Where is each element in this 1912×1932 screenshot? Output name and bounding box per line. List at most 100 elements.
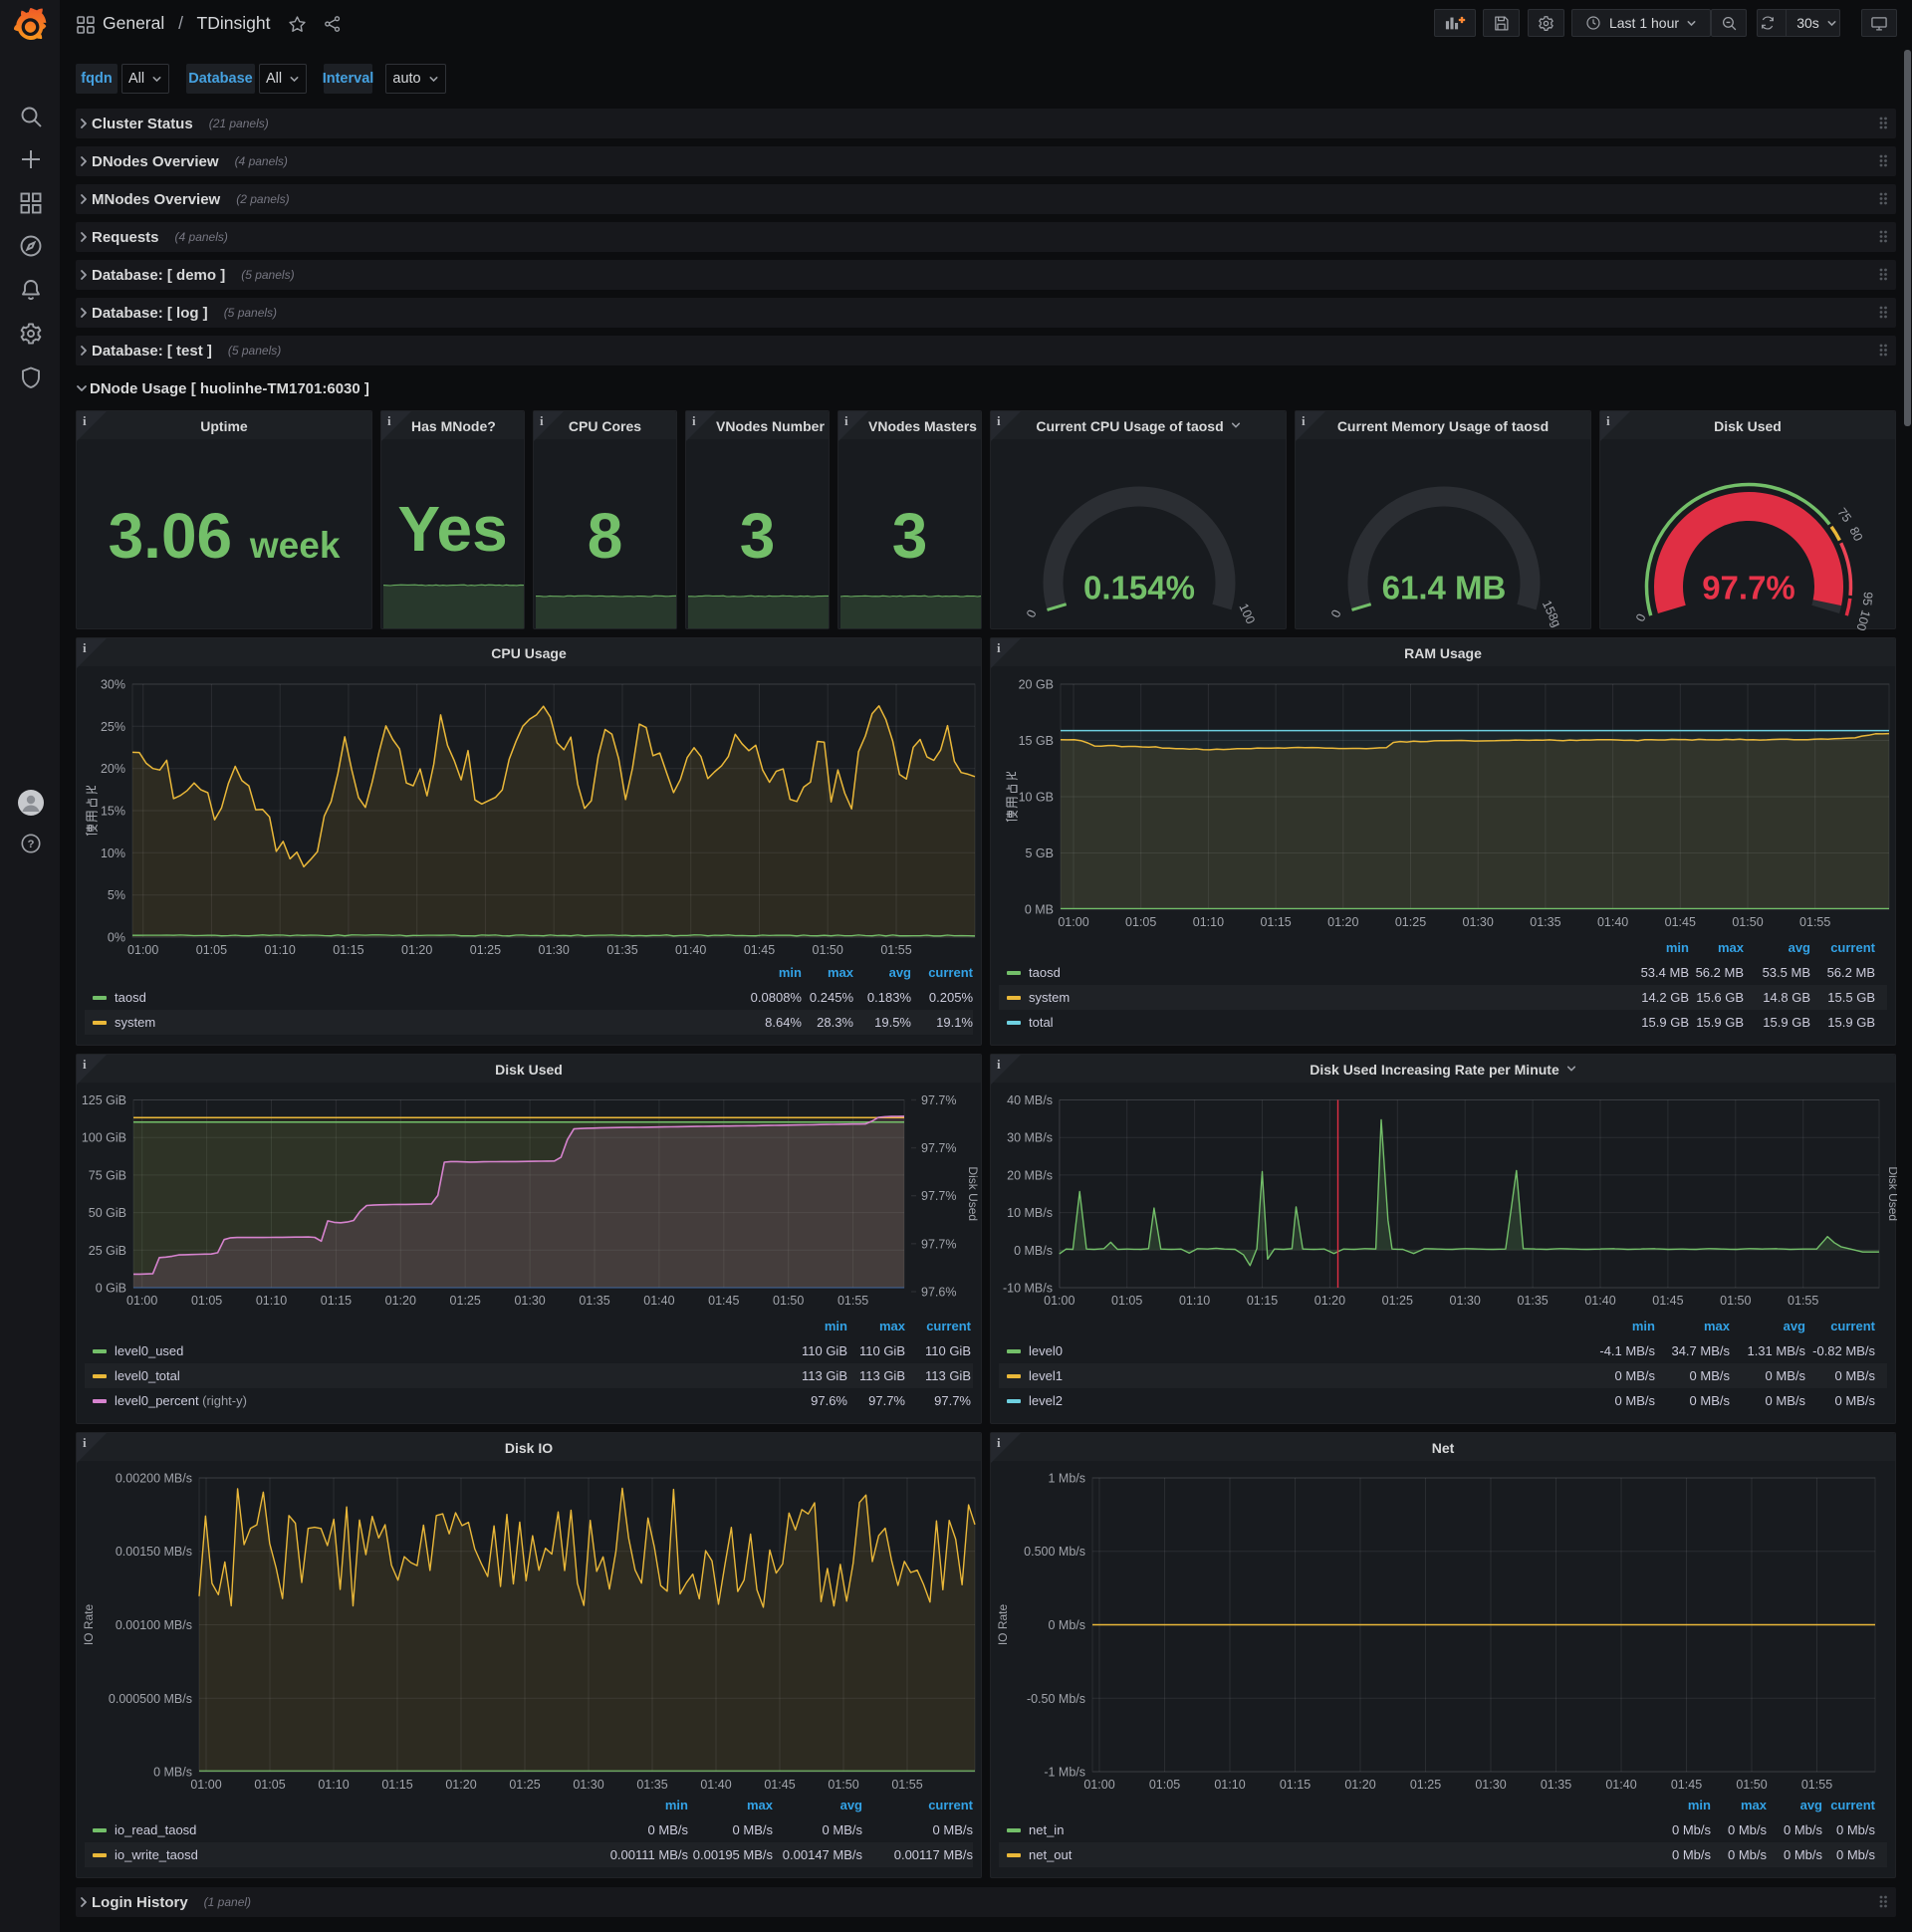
svg-text:0 MB: 0 MB — [1025, 903, 1054, 917]
svg-text:5 GB: 5 GB — [1026, 846, 1055, 860]
svg-text:01:05: 01:05 — [254, 1778, 285, 1792]
svg-text:01:35: 01:35 — [579, 1294, 609, 1308]
svg-text:01:40: 01:40 — [1605, 1778, 1636, 1792]
svg-text:01:15: 01:15 — [1247, 1294, 1278, 1308]
svg-text:100 GiB: 100 GiB — [82, 1131, 126, 1145]
svg-text:01:55: 01:55 — [1801, 1778, 1832, 1792]
svg-text:01:40: 01:40 — [675, 943, 706, 957]
svg-text:97.7%: 97.7% — [921, 1141, 956, 1155]
svg-text:01:40: 01:40 — [1584, 1294, 1615, 1308]
svg-text:01:25: 01:25 — [450, 1294, 481, 1308]
svg-text:01:25: 01:25 — [1410, 1778, 1441, 1792]
svg-text:50 GiB: 50 GiB — [89, 1206, 126, 1220]
svg-text:01:00: 01:00 — [126, 1294, 157, 1308]
svg-text:01:40: 01:40 — [643, 1294, 674, 1308]
svg-text:0%: 0% — [108, 931, 125, 945]
svg-text:01:55: 01:55 — [837, 1294, 868, 1308]
svg-text:01:35: 01:35 — [1541, 1778, 1571, 1792]
svg-text:01:10: 01:10 — [1193, 915, 1224, 929]
svg-text:01:25: 01:25 — [1382, 1294, 1413, 1308]
svg-text:01:30: 01:30 — [1450, 1294, 1481, 1308]
svg-text:01:45: 01:45 — [1671, 1778, 1702, 1792]
svg-text:01:15: 01:15 — [1280, 1778, 1311, 1792]
svg-text:01:50: 01:50 — [1720, 1294, 1751, 1308]
svg-text:75 GiB: 75 GiB — [89, 1168, 126, 1182]
svg-text:01:45: 01:45 — [744, 943, 775, 957]
svg-text:01:30: 01:30 — [514, 1294, 545, 1308]
svg-text:01:25: 01:25 — [470, 943, 501, 957]
svg-text:20 GB: 20 GB — [1019, 678, 1054, 692]
svg-text:01:20: 01:20 — [385, 1294, 416, 1308]
svg-text:01:30: 01:30 — [1463, 915, 1494, 929]
svg-text:61.4 MB: 61.4 MB — [1382, 570, 1507, 606]
svg-text:01:40: 01:40 — [700, 1778, 731, 1792]
svg-text:0.000500 MB/s: 0.000500 MB/s — [109, 1692, 192, 1706]
svg-text:0.500 Mb/s: 0.500 Mb/s — [1024, 1545, 1085, 1559]
svg-text:01:15: 01:15 — [1260, 915, 1291, 929]
svg-text:01:10: 01:10 — [256, 1294, 287, 1308]
svg-text:01:05: 01:05 — [191, 1294, 222, 1308]
svg-text:01:45: 01:45 — [1652, 1294, 1683, 1308]
svg-text:01:30: 01:30 — [573, 1778, 603, 1792]
svg-text:75: 75 — [1834, 505, 1854, 525]
svg-text:01:20: 01:20 — [1314, 1294, 1345, 1308]
svg-text:01:45: 01:45 — [708, 1294, 739, 1308]
svg-text:Disk Used: Disk Used — [1886, 1166, 1897, 1221]
svg-text:10 GB: 10 GB — [1019, 791, 1054, 805]
svg-text:01:35: 01:35 — [636, 1778, 667, 1792]
svg-text:01:10: 01:10 — [265, 943, 296, 957]
svg-text:100: 100 — [1236, 602, 1258, 626]
svg-text:01:50: 01:50 — [828, 1778, 858, 1792]
svg-text:01:55: 01:55 — [891, 1778, 922, 1792]
svg-text:01:30: 01:30 — [1475, 1778, 1506, 1792]
svg-text:0.00150 MB/s: 0.00150 MB/s — [116, 1545, 192, 1559]
svg-text:01:45: 01:45 — [1665, 915, 1696, 929]
svg-text:01:15: 01:15 — [333, 943, 363, 957]
svg-text:-1 Mb/s: -1 Mb/s — [1044, 1766, 1085, 1780]
svg-text:10 MB/s: 10 MB/s — [1007, 1206, 1053, 1220]
svg-text:01:40: 01:40 — [1597, 915, 1628, 929]
svg-text:20%: 20% — [101, 762, 125, 776]
svg-text:25%: 25% — [101, 720, 125, 734]
svg-text:01:20: 01:20 — [445, 1778, 476, 1792]
svg-text:01:10: 01:10 — [318, 1778, 349, 1792]
svg-text:01:55: 01:55 — [880, 943, 911, 957]
svg-text:IO Rate: IO Rate — [996, 1604, 1010, 1646]
svg-text:-0.50 Mb/s: -0.50 Mb/s — [1027, 1692, 1085, 1706]
svg-text:01:50: 01:50 — [1736, 1778, 1767, 1792]
svg-text:01:00: 01:00 — [1058, 915, 1088, 929]
svg-text:01:00: 01:00 — [190, 1778, 221, 1792]
svg-text:?: ? — [28, 839, 35, 850]
svg-text:30 MB/s: 30 MB/s — [1007, 1131, 1053, 1145]
svg-text:01:45: 01:45 — [764, 1778, 795, 1792]
svg-text:01:05: 01:05 — [1125, 915, 1156, 929]
svg-text:100: 100 — [1853, 608, 1872, 630]
svg-text:01:05: 01:05 — [1149, 1778, 1180, 1792]
svg-text:01:55: 01:55 — [1788, 1294, 1818, 1308]
svg-text:01:00: 01:00 — [1083, 1778, 1114, 1792]
svg-text:0: 0 — [1024, 607, 1040, 619]
svg-text:158g: 158g — [1540, 599, 1563, 629]
svg-text:01:20: 01:20 — [1344, 1778, 1375, 1792]
svg-text:01:15: 01:15 — [381, 1778, 412, 1792]
svg-text:01:35: 01:35 — [1530, 915, 1560, 929]
svg-text:01:20: 01:20 — [401, 943, 432, 957]
svg-text:01:55: 01:55 — [1799, 915, 1830, 929]
svg-text:95: 95 — [1860, 592, 1875, 606]
svg-text:0.00100 MB/s: 0.00100 MB/s — [116, 1618, 192, 1632]
svg-text:01:05: 01:05 — [196, 943, 227, 957]
svg-text:0 GiB: 0 GiB — [96, 1282, 126, 1296]
svg-text:97.7%: 97.7% — [1702, 570, 1795, 606]
svg-text:01:50: 01:50 — [813, 943, 843, 957]
svg-text:80: 80 — [1846, 525, 1865, 544]
svg-text:1 Mb/s: 1 Mb/s — [1048, 1472, 1085, 1486]
svg-text:0: 0 — [1328, 607, 1344, 619]
svg-text:20 MB/s: 20 MB/s — [1007, 1168, 1053, 1182]
svg-text:01:15: 01:15 — [321, 1294, 352, 1308]
svg-text:01:30: 01:30 — [539, 943, 570, 957]
svg-text:01:50: 01:50 — [1732, 915, 1763, 929]
svg-text:0 MB/s: 0 MB/s — [153, 1766, 192, 1780]
svg-text:01:05: 01:05 — [1111, 1294, 1142, 1308]
svg-text:01:00: 01:00 — [127, 943, 158, 957]
svg-text:01:00: 01:00 — [1044, 1294, 1075, 1308]
